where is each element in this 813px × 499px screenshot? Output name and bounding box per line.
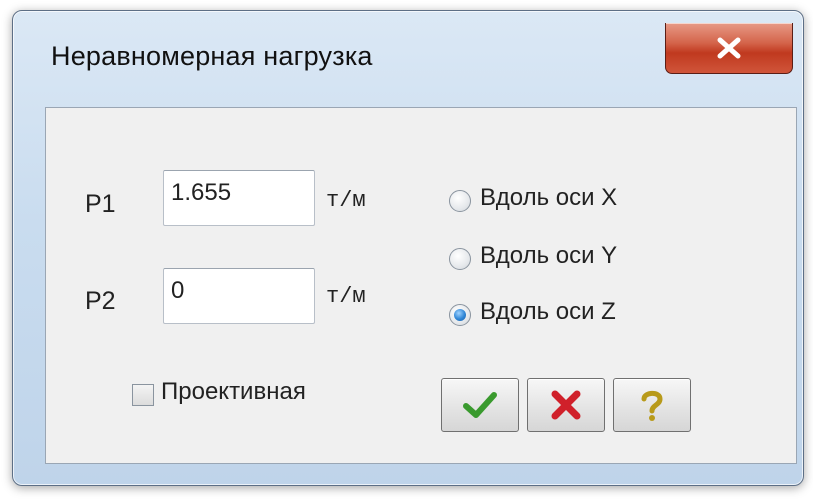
p1-unit: т/м	[326, 188, 366, 213]
help-button[interactable]	[613, 378, 691, 432]
radio-label-x: Вдоль оси X	[480, 184, 618, 211]
radio-label-z: Вдоль оси Z	[480, 298, 616, 325]
projective-checkbox[interactable]	[132, 384, 154, 406]
radio-button-selected[interactable]	[449, 304, 471, 326]
dialog-window: Неравномерная нагрузка P1 1.655 т/м P2 0…	[12, 10, 804, 486]
radio-button[interactable]	[449, 190, 471, 212]
dialog-body: P1 1.655 т/м P2 0 т/м Вдоль оси X Вдоль …	[45, 107, 797, 464]
cancel-button[interactable]	[527, 378, 605, 432]
checkmark-icon	[463, 392, 497, 418]
close-icon	[717, 37, 741, 59]
p1-input[interactable]: 1.655	[163, 170, 315, 226]
radio-button[interactable]	[449, 248, 471, 270]
p1-label: P1	[85, 190, 116, 218]
close-button[interactable]	[665, 23, 793, 74]
window-title: Неравномерная нагрузка	[51, 41, 373, 71]
cross-icon	[551, 390, 581, 420]
p2-unit: т/м	[326, 284, 366, 309]
radio-label-y: Вдоль оси Y	[480, 242, 618, 269]
ok-button[interactable]	[441, 378, 519, 432]
question-icon	[641, 390, 663, 421]
projective-label: Проективная	[161, 378, 306, 405]
p2-input[interactable]: 0	[163, 268, 315, 324]
p2-label: P2	[85, 287, 116, 315]
